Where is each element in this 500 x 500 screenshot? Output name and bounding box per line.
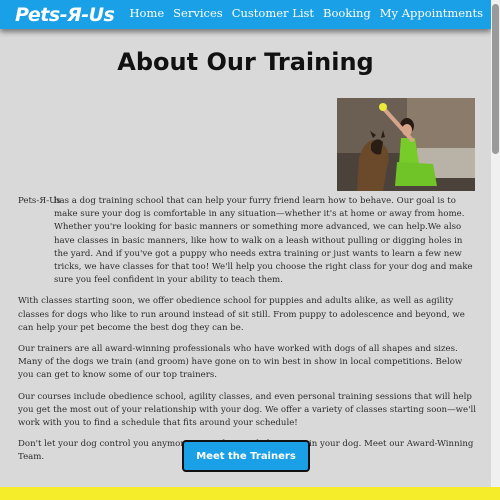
about-content: Pets-Я-Us has a dog training school that… — [18, 195, 476, 473]
nav-link-customer-list[interactable]: Customer List — [232, 6, 314, 20]
nav-links: Home Services Customer List Booking My A… — [130, 6, 484, 20]
scrollbar[interactable] — [491, 0, 500, 487]
nav-link-home[interactable]: Home — [130, 6, 165, 20]
footer-bar — [0, 487, 500, 500]
top-navbar: Pets-Я-Us Home Services Customer List Bo… — [0, 0, 491, 29]
scrollbar-thumb[interactable] — [492, 4, 499, 154]
nav-link-booking[interactable]: Booking — [323, 6, 371, 20]
paragraph-intro-text: has a dog training school that can help … — [54, 196, 473, 286]
page-title: About Our Training — [117, 48, 374, 76]
hero-image-trainer-with-dog — [337, 98, 475, 191]
paragraph-classes: With classes starting soon, we offer obe… — [18, 296, 465, 333]
paragraph-intro: Pets-Я-Us has a dog training school that… — [18, 195, 476, 287]
paragraph-trainers: Our trainers are all award-winning profe… — [18, 344, 463, 381]
paragraph-courses: Our courses include obedience school, ag… — [18, 391, 476, 429]
hero-photo-illustration — [337, 98, 475, 191]
nav-link-my-appointments[interactable]: My Appointments — [380, 6, 483, 20]
meet-the-trainers-button[interactable]: Meet the Trainers — [182, 440, 310, 472]
site-logo[interactable]: Pets-Я-Us — [15, 4, 115, 26]
nav-link-services[interactable]: Services — [173, 6, 223, 20]
brand-name: Pets-Я-Us — [18, 196, 61, 206]
